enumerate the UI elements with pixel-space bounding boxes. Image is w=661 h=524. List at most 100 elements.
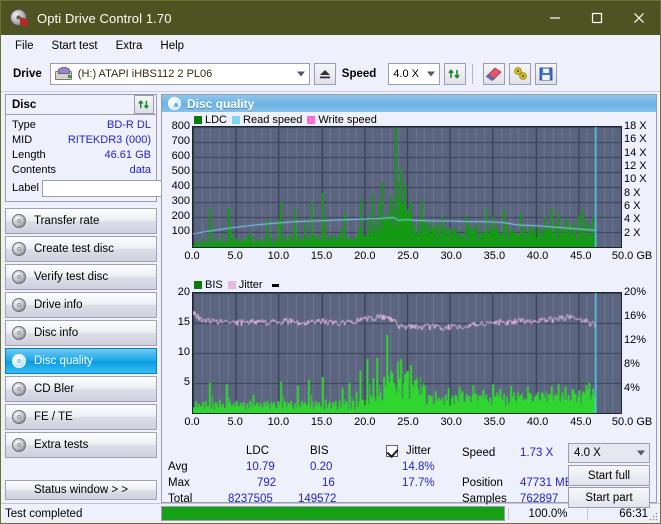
stats-max-jitter: 17.7% bbox=[402, 477, 435, 489]
axis-tick: 40.0 bbox=[527, 250, 548, 262]
sidebar-spacer bbox=[5, 458, 157, 480]
axis-tick: 30.0 bbox=[440, 250, 461, 262]
sidebar-item-fe-te[interactable]: FE / TE bbox=[5, 404, 157, 430]
window-title: Opti Drive Control 1.70 bbox=[37, 11, 172, 26]
sidebar-item-verify-test-disc[interactable]: Verify test disc bbox=[5, 264, 157, 290]
disc-label-label: Label bbox=[12, 182, 39, 194]
maximize-icon[interactable] bbox=[576, 1, 618, 35]
disc-row-mid: MID RITEKDR3 (000) bbox=[12, 132, 151, 147]
sidebar-item-disc-info[interactable]: Disc info bbox=[5, 320, 157, 346]
axis-tick: 8 X bbox=[624, 187, 641, 199]
position-stat-label: Position bbox=[462, 477, 503, 489]
axis-tick: 16% bbox=[624, 310, 646, 322]
speed-label: Speed bbox=[342, 68, 377, 80]
jitter-label: Jitter bbox=[406, 445, 431, 457]
disc-length-label: Length bbox=[12, 149, 46, 161]
title-bar: Opti Drive Control 1.70 bbox=[1, 1, 660, 35]
refresh-button[interactable] bbox=[444, 63, 466, 85]
menu-extra[interactable]: Extra bbox=[108, 38, 151, 54]
top-chart: 100200300400500600700800 2 X4 X6 X8 X10 … bbox=[162, 126, 656, 278]
axis-tick: 15 bbox=[178, 316, 190, 328]
axis-tick: 600 bbox=[172, 150, 190, 162]
legend-label: Jitter bbox=[239, 279, 263, 291]
status-bar: Test completed 100.0% 66:31 bbox=[1, 503, 660, 523]
sidebar-label: Extra tests bbox=[34, 439, 88, 451]
minimize-icon[interactable] bbox=[534, 1, 576, 35]
sidebar-item-transfer-rate[interactable]: Transfer rate bbox=[5, 208, 157, 234]
disc-quality-panel: Disc quality LDC Read speed Write sp bbox=[161, 94, 657, 503]
resize-grip-icon[interactable] bbox=[648, 511, 658, 521]
sidebar-item-cd-bler[interactable]: CD Bler bbox=[5, 376, 157, 402]
speed-select[interactable]: 4.0 X bbox=[388, 63, 440, 85]
tools-button[interactable] bbox=[509, 63, 531, 85]
legend-write-speed: Write speed bbox=[307, 114, 377, 126]
drive-label: Drive bbox=[13, 68, 42, 80]
charts-container: LDC Read speed Write speed 1002003004005… bbox=[162, 112, 656, 442]
start-part-button[interactable]: Start part bbox=[568, 487, 650, 508]
test-speed-select[interactable]: 4.0 X bbox=[568, 443, 650, 463]
bottom-chart-plot bbox=[192, 292, 622, 414]
toolbar-divider bbox=[472, 64, 473, 84]
stats-max-bis: 16 bbox=[322, 477, 335, 489]
sidebar-label: Drive info bbox=[34, 299, 83, 311]
axis-tick: 300 bbox=[172, 195, 190, 207]
eject-button[interactable] bbox=[314, 63, 336, 85]
close-icon[interactable] bbox=[618, 1, 660, 35]
stats-avg-ldc: 10.79 bbox=[246, 461, 275, 473]
axis-tick: 400 bbox=[172, 180, 190, 192]
axis-tick: 40.0 bbox=[527, 416, 548, 428]
menu-start-test[interactable]: Start test bbox=[44, 38, 106, 54]
disc-icon bbox=[12, 410, 27, 425]
axis-tick: 50.0 GB bbox=[612, 416, 652, 428]
stats-total-bis: 149572 bbox=[298, 493, 336, 505]
sidebar-item-drive-info[interactable]: Drive info bbox=[5, 292, 157, 318]
samples-stat-label: Samples bbox=[462, 493, 507, 505]
sidebar-label: CD Bler bbox=[34, 383, 74, 395]
legend-swatch bbox=[194, 116, 202, 124]
drive-select[interactable]: (H:) ATAPI iHBS112 2 PL06 bbox=[50, 63, 310, 85]
status-window-button[interactable]: Status window > > bbox=[5, 480, 157, 500]
left-sidebar: Disc Type BD-R DL MID R bbox=[1, 92, 161, 503]
disc-row-length: Length 46.61 GB bbox=[12, 147, 151, 162]
axis-tick: 18 X bbox=[624, 120, 647, 132]
content-area: Disc Type BD-R DL MID R bbox=[1, 92, 660, 503]
stats-total-ldc: 8237505 bbox=[228, 493, 273, 505]
sidebar-item-create-test-disc[interactable]: Create test disc bbox=[5, 236, 157, 262]
panel-header: Disc quality bbox=[162, 95, 656, 112]
axis-tick: 100 bbox=[172, 225, 190, 237]
sidebar-item-extra-tests[interactable]: Extra tests bbox=[5, 432, 157, 458]
axis-tick: 0.0 bbox=[184, 416, 199, 428]
jitter-checkbox[interactable] bbox=[386, 445, 398, 457]
axis-tick: 20.0 bbox=[354, 250, 375, 262]
axis-tick: 20% bbox=[624, 286, 646, 298]
disc-icon bbox=[12, 298, 27, 313]
stats-header-ldc: LDC bbox=[246, 445, 269, 457]
legend-swatch bbox=[307, 116, 315, 124]
save-button[interactable] bbox=[535, 63, 557, 85]
disc-row-type: Type BD-R DL bbox=[12, 117, 151, 132]
start-full-button[interactable]: Start full bbox=[568, 465, 650, 486]
disc-panel-title: Disc bbox=[12, 99, 36, 111]
legend-read-speed: Read speed bbox=[232, 114, 302, 126]
axis-tick: 14 X bbox=[624, 147, 647, 159]
disc-type-value: BD-R DL bbox=[107, 119, 151, 131]
speed-stat-label: Speed bbox=[462, 447, 495, 459]
disc-mid-value: RITEKDR3 (000) bbox=[68, 134, 151, 146]
axis-tick: 50.0 GB bbox=[612, 250, 652, 262]
bottom-chart-legend: BIS Jitter bbox=[162, 278, 656, 292]
menu-file[interactable]: File bbox=[7, 38, 42, 54]
disc-icon bbox=[12, 242, 27, 257]
axis-tick: 4 X bbox=[624, 213, 641, 225]
chevron-down-icon bbox=[297, 71, 305, 76]
axis-tick: 25.0 bbox=[397, 416, 418, 428]
disc-info-rows: Type BD-R DL MID RITEKDR3 (000) Length 4… bbox=[6, 115, 156, 201]
disc-icon bbox=[168, 97, 181, 110]
window-controls bbox=[534, 1, 660, 35]
eraser-button[interactable] bbox=[483, 63, 505, 85]
axis-tick: 2 X bbox=[624, 227, 641, 239]
menu-help[interactable]: Help bbox=[152, 38, 192, 54]
sidebar-item-disc-quality[interactable]: Disc quality bbox=[5, 348, 157, 374]
disc-refresh-button[interactable] bbox=[134, 95, 154, 114]
axis-tick: 15.0 bbox=[311, 416, 332, 428]
axis-tick: 500 bbox=[172, 165, 190, 177]
